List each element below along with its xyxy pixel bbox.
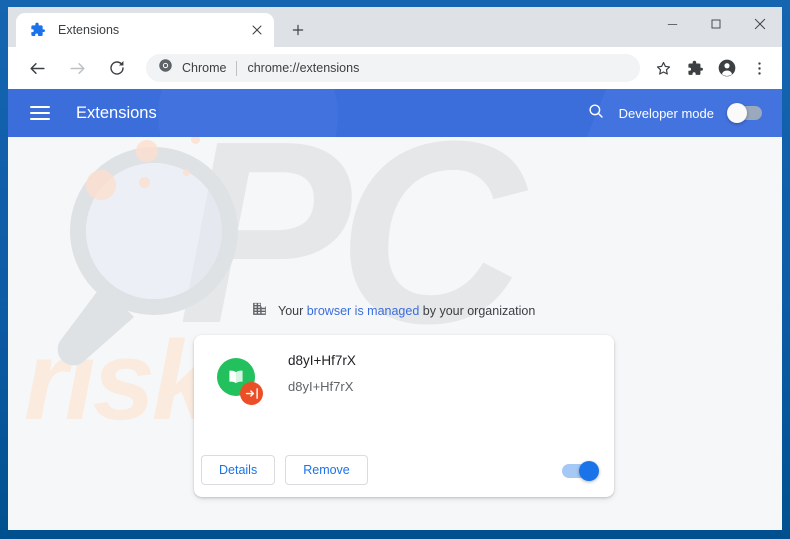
hamburger-icon[interactable] (30, 101, 54, 125)
organization-building-icon (251, 300, 268, 322)
account-avatar-icon[interactable] (712, 53, 742, 83)
tab-title: Extensions (58, 23, 120, 37)
developer-mode-toggle[interactable] (727, 103, 762, 123)
watermark-pc-text: PC (178, 137, 525, 378)
three-dot-menu-icon[interactable] (744, 53, 774, 83)
new-tab-button[interactable] (284, 16, 312, 44)
omnibox-divider (236, 60, 238, 76)
tab-extensions[interactable]: Extensions (16, 13, 274, 47)
extensions-page-body: PC risk.com Your browser is managed by y… (8, 137, 782, 530)
puzzle-piece-icon (30, 22, 46, 38)
page-title: Extensions (76, 103, 157, 122)
extension-name: d8yI+Hf7rX (288, 353, 356, 368)
header-decoration-circle (158, 89, 338, 137)
browser-window-frame: Extensions Chrome chrome://extensions Ex… (0, 0, 790, 539)
header-actions: Developer mode (587, 102, 762, 125)
maximize-icon[interactable] (694, 7, 738, 41)
extension-description: d8yI+Hf7rX (288, 379, 354, 394)
chrome-logo-icon (158, 58, 173, 78)
managed-link[interactable]: browser is managed (307, 304, 420, 318)
login-arrow-icon (240, 382, 263, 405)
omnibox-site-label: Chrome (182, 61, 227, 75)
extension-card: d8yI+Hf7rX d8yI+Hf7rX Details Remove (194, 335, 614, 497)
window-controls (650, 7, 782, 41)
watermark-dot (183, 169, 190, 176)
managed-by-organization-banner: Your browser is managed by your organiza… (251, 300, 535, 322)
managed-banner-text: Your browser is managed by your organiza… (278, 304, 535, 318)
browser-toolbar: Chrome chrome://extensions (8, 47, 782, 89)
developer-mode-label: Developer mode (618, 105, 714, 121)
minimize-icon[interactable] (650, 7, 694, 41)
back-arrow-icon[interactable] (22, 53, 52, 83)
managed-suffix: by your organization (419, 304, 536, 318)
omnibox-url-text: chrome://extensions (247, 61, 360, 75)
star-icon[interactable] (648, 53, 678, 83)
close-icon[interactable] (738, 7, 782, 41)
extension-icon (217, 358, 263, 405)
extensions-header: Extensions Developer mode (8, 89, 782, 137)
details-button[interactable]: Details (201, 455, 276, 485)
extension-card-actions: Details Remove (201, 455, 368, 485)
tab-close-icon[interactable] (248, 21, 266, 39)
browser-window: Extensions Chrome chrome://extensions Ex… (8, 7, 782, 530)
managed-prefix: Your (278, 304, 307, 318)
tab-strip: Extensions (8, 7, 782, 47)
remove-button[interactable]: Remove (285, 455, 368, 485)
search-icon[interactable] (587, 102, 605, 125)
address-bar[interactable]: Chrome chrome://extensions (146, 54, 640, 82)
extension-enable-toggle[interactable] (562, 461, 599, 481)
watermark-dot (191, 137, 200, 144)
forward-arrow-icon[interactable] (62, 53, 92, 83)
extensions-puzzle-icon[interactable] (680, 53, 710, 83)
watermark-dot (86, 170, 116, 200)
reload-icon[interactable] (102, 53, 132, 83)
watermark-dot (139, 177, 150, 188)
watermark-dot (136, 140, 158, 162)
